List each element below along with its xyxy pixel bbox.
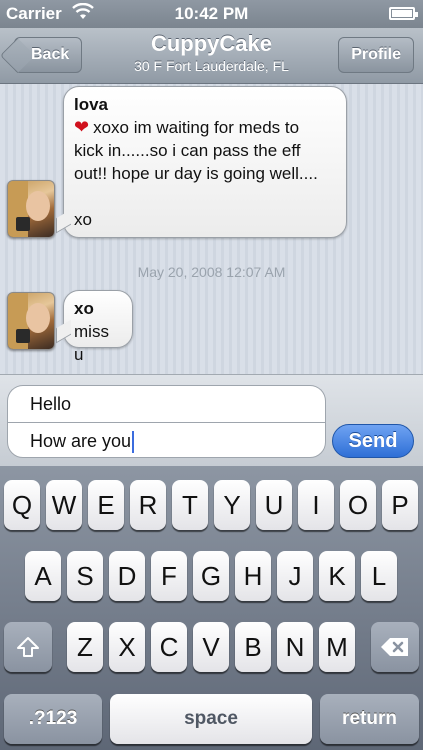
message-field[interactable]: How are you <box>7 422 326 458</box>
message-sender: lova <box>74 95 109 114</box>
message-line: ❤ xoxo im waiting for meds to <box>74 117 300 137</box>
text-cursor <box>132 431 135 454</box>
avatar-face <box>26 191 50 221</box>
message-line: miss u <box>74 322 109 364</box>
return-key[interactable]: return <box>320 694 419 744</box>
delete-key[interactable] <box>371 622 419 672</box>
key-k[interactable]: K <box>319 551 355 601</box>
key-o[interactable]: O <box>340 480 376 530</box>
key-u[interactable]: U <box>256 480 292 530</box>
key-n[interactable]: N <box>277 622 313 672</box>
message-sender: xo <box>74 299 94 318</box>
avatar-phone <box>16 329 30 343</box>
message-thread[interactable]: lova ❤ xoxo im waiting for meds to kick i… <box>0 84 423 374</box>
shift-key[interactable] <box>4 622 52 672</box>
avatar-face <box>26 303 50 333</box>
sender-avatar[interactable] <box>7 180 55 238</box>
avatar-phone <box>16 217 30 231</box>
key-s[interactable]: S <box>67 551 103 601</box>
battery-icon <box>389 7 418 20</box>
key-t[interactable]: T <box>172 480 208 530</box>
key-g[interactable]: G <box>193 551 229 601</box>
key-i[interactable]: I <box>298 480 334 530</box>
key-w[interactable]: W <box>46 480 82 530</box>
key-e[interactable]: E <box>88 480 124 530</box>
shift-icon <box>17 636 39 657</box>
key-j[interactable]: J <box>277 551 313 601</box>
message-line: xo <box>74 210 92 229</box>
message-line: kick in......so i can pass the eff <box>74 141 301 160</box>
message-text: How are you <box>30 431 132 451</box>
message-line <box>74 185 336 208</box>
message-line: out!! hope ur day is going well.... <box>74 164 318 183</box>
message-bubble[interactable]: xo miss u <box>63 290 133 364</box>
space-key[interactable]: space <box>110 694 312 744</box>
key-h[interactable]: H <box>235 551 271 601</box>
key-y[interactable]: Y <box>214 480 250 530</box>
key-q[interactable]: Q <box>4 480 40 530</box>
delete-icon <box>381 637 408 656</box>
key-l[interactable]: L <box>361 551 397 601</box>
key-m[interactable]: M <box>319 622 355 672</box>
subject-field[interactable]: Hello <box>7 385 326 423</box>
sender-avatar[interactable] <box>7 292 55 350</box>
send-button[interactable]: Send <box>332 424 414 458</box>
back-button[interactable]: Back <box>14 37 83 73</box>
compose-area: Hello How are you Send <box>0 374 423 466</box>
navigation-bar: Back CuppyCake 30 F Fort Lauderdale, FL … <box>0 28 423 84</box>
key-z[interactable]: Z <box>67 622 103 672</box>
key-p[interactable]: P <box>382 480 418 530</box>
keyboard: Q W E R T Y U I O P A S D F G H J K L Z … <box>0 466 423 750</box>
key-v[interactable]: V <box>193 622 229 672</box>
clock: 10:42 PM <box>174 4 249 23</box>
status-bar: Carrier 10:42 PM <box>0 0 423 28</box>
key-x[interactable]: X <box>109 622 145 672</box>
key-c[interactable]: C <box>151 622 187 672</box>
key-r[interactable]: R <box>130 480 166 530</box>
key-a[interactable]: A <box>25 551 61 601</box>
key-f[interactable]: F <box>151 551 187 601</box>
message-bubble[interactable]: lova ❤ xoxo im waiting for meds to kick i… <box>63 86 347 238</box>
heart-icon: ❤ <box>74 117 90 137</box>
key-d[interactable]: D <box>109 551 145 601</box>
profile-button[interactable]: Profile <box>338 37 414 73</box>
subject-text: Hello <box>30 394 72 414</box>
key-b[interactable]: B <box>235 622 271 672</box>
message-timestamp: May 20, 2008 12:07 AM <box>137 264 286 280</box>
numbers-key[interactable]: .?123 <box>4 694 102 744</box>
